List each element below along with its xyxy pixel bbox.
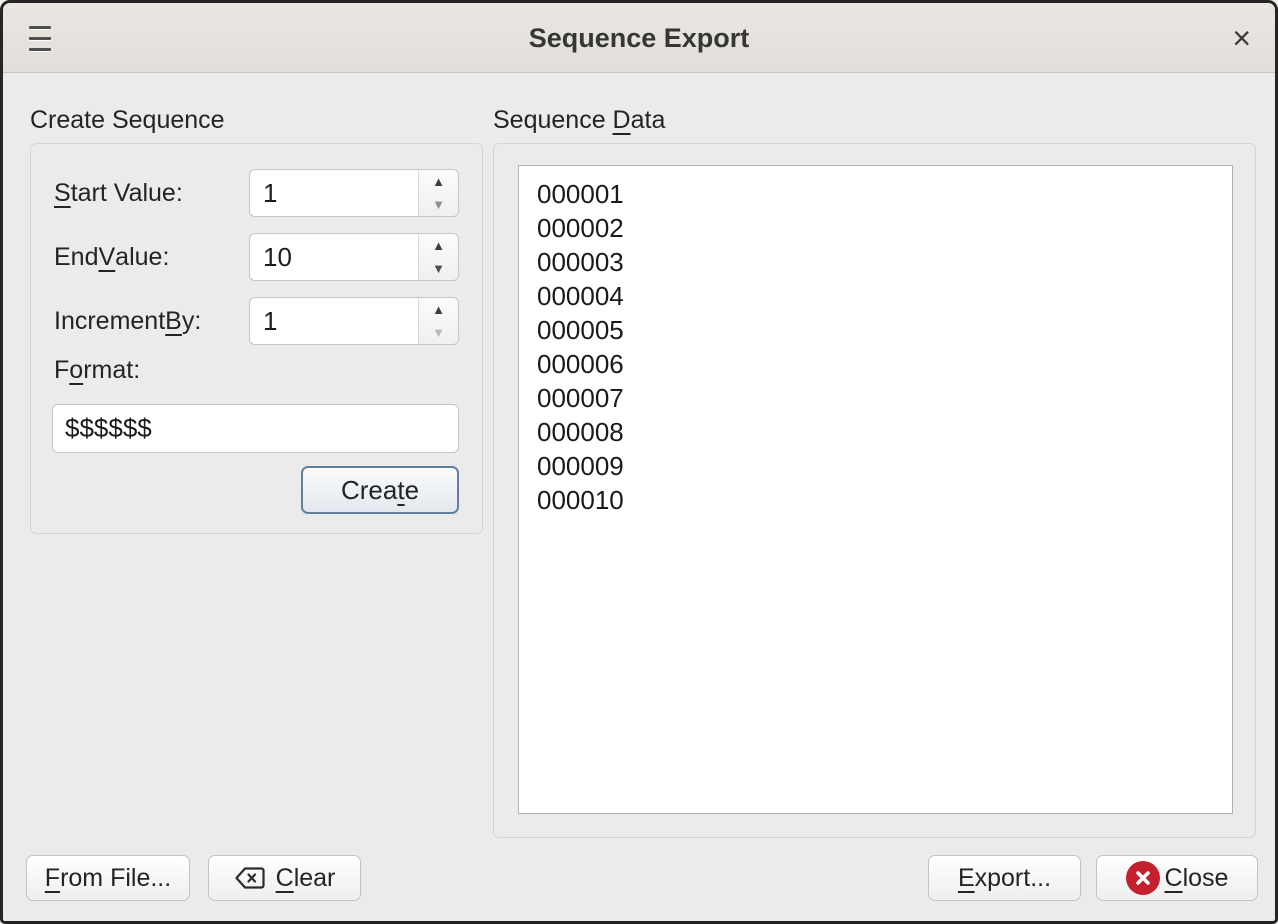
- create-sequence-label: Create Sequence: [30, 106, 225, 135]
- create-sequence-groupbox: Start Value: ▲ ▼ End Value: ▲ ▼ Incremen…: [30, 143, 483, 534]
- titlebar: Sequence Export ×: [3, 3, 1275, 73]
- export-button-label: Export...: [958, 864, 1051, 893]
- close-circle-icon: [1126, 861, 1160, 895]
- increment-by-label: Increment By:: [54, 297, 201, 345]
- close-button[interactable]: Close: [1096, 855, 1258, 901]
- spin-up-icon[interactable]: ▲: [419, 298, 458, 321]
- end-value-spinbox: ▲ ▼: [249, 233, 459, 281]
- spin-up-icon[interactable]: ▲: [419, 170, 458, 193]
- clear-button[interactable]: Clear: [208, 855, 361, 901]
- spin-down-icon[interactable]: ▼: [419, 257, 458, 280]
- start-value-spinbox: ▲ ▼: [249, 169, 459, 217]
- start-value-label: Start Value:: [54, 169, 183, 217]
- format-label: Format:: [54, 350, 140, 390]
- end-value-label: End Value:: [54, 233, 169, 281]
- create-button[interactable]: Create: [301, 466, 459, 514]
- spin-down-icon[interactable]: ▼: [419, 193, 458, 216]
- from-file-button[interactable]: From File...: [26, 855, 190, 901]
- start-value-input[interactable]: [250, 170, 418, 216]
- increment-by-input[interactable]: [250, 298, 418, 344]
- end-value-input[interactable]: [250, 234, 418, 280]
- format-input[interactable]: [52, 404, 459, 453]
- sequence-data-groupbox: 000001 000002 000003 000004 000005 00000…: [493, 143, 1256, 838]
- spin-up-icon[interactable]: ▲: [419, 234, 458, 257]
- sequence-export-dialog: Sequence Export × Create Sequence Start …: [0, 0, 1278, 924]
- export-button[interactable]: Export...: [928, 855, 1081, 901]
- create-button-label: Create: [341, 475, 419, 506]
- window-title: Sequence Export: [3, 3, 1275, 73]
- from-file-button-label: From File...: [45, 864, 171, 893]
- sequence-data-list[interactable]: 000001 000002 000003 000004 000005 00000…: [518, 165, 1233, 814]
- clear-button-label: Clear: [276, 864, 336, 893]
- close-icon[interactable]: ×: [1232, 22, 1251, 54]
- close-button-label: Close: [1165, 864, 1229, 893]
- increment-by-spinbox: ▲ ▼: [249, 297, 459, 345]
- sequence-data-label: Sequence Data: [493, 106, 665, 135]
- backspace-icon: [234, 865, 266, 891]
- spin-down-icon[interactable]: ▼: [419, 321, 458, 344]
